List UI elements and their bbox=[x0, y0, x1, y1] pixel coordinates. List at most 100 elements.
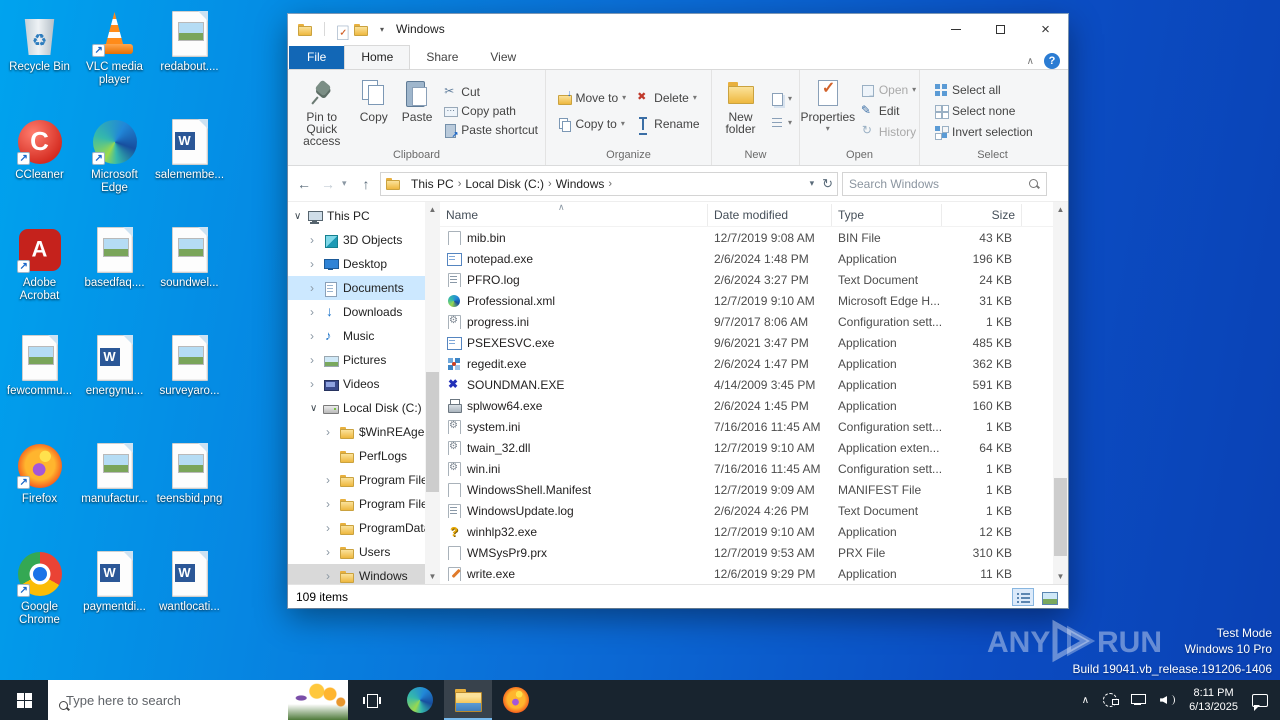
tree-item[interactable]: Local Disk (C:) bbox=[288, 396, 425, 420]
close-button[interactable]: × bbox=[1023, 14, 1068, 44]
file-row[interactable]: WindowsShell.Manifest 12/7/2019 9:09 AM … bbox=[440, 479, 1053, 500]
file-row[interactable]: win.ini 7/16/2016 11:45 AM Configuration… bbox=[440, 458, 1053, 479]
tree-item[interactable]: Documents bbox=[288, 276, 425, 300]
breadcrumb-segment[interactable]: This PC bbox=[407, 177, 458, 191]
desktop-icon[interactable]: fewcommu... bbox=[2, 330, 77, 438]
folder-icon[interactable] bbox=[297, 22, 312, 37]
file-row[interactable]: WindowsUpdate.log 2/6/2024 4:26 PM Text … bbox=[440, 500, 1053, 521]
expander-chevron-icon[interactable] bbox=[310, 281, 323, 295]
tab-file[interactable]: File bbox=[289, 46, 345, 69]
desktop-icon[interactable]: Google Chrome bbox=[2, 546, 77, 654]
refresh-icon[interactable]: ↻ bbox=[822, 176, 833, 192]
tab-share[interactable]: Share bbox=[410, 46, 474, 69]
taskbar-firefox-button[interactable] bbox=[492, 680, 540, 720]
volume-icon[interactable] bbox=[1160, 694, 1176, 706]
collapse-ribbon-icon[interactable]: ∧ bbox=[1027, 56, 1034, 67]
network-icon[interactable] bbox=[1131, 694, 1147, 706]
task-view-button[interactable] bbox=[348, 680, 396, 720]
desktop-icon[interactable]: Recycle Bin bbox=[2, 6, 77, 114]
customize-toolbar-caret-icon[interactable]: ▾ bbox=[380, 25, 384, 34]
file-row[interactable]: mib.bin 12/7/2019 9:08 AM BIN File 43 KB bbox=[440, 227, 1053, 248]
tree-item[interactable]: Pictures bbox=[288, 348, 425, 372]
back-button[interactable]: ← bbox=[294, 176, 314, 192]
scroll-down-icon[interactable]: ▼ bbox=[425, 569, 440, 584]
start-button[interactable] bbox=[0, 680, 48, 720]
expander-chevron-icon[interactable] bbox=[326, 425, 339, 439]
desktop-icon[interactable]: redabout.... bbox=[152, 6, 227, 114]
select-all-button[interactable]: Select all bbox=[930, 82, 1037, 98]
file-row[interactable]: SOUNDMAN.EXE 4/14/2009 3:45 PM Applicati… bbox=[440, 374, 1053, 395]
invert-selection-button[interactable]: Invert selection bbox=[930, 124, 1037, 140]
tree-item[interactable]: PerfLogs bbox=[288, 444, 425, 468]
tree-item[interactable]: ProgramData bbox=[288, 516, 425, 540]
expander-chevron-icon[interactable] bbox=[310, 305, 323, 319]
desktop-icon[interactable]: manufactur... bbox=[77, 438, 152, 546]
new-folder-button[interactable]: New folder bbox=[715, 75, 766, 147]
properties-icon[interactable] bbox=[335, 25, 349, 40]
file-row[interactable]: winhlp32.exe 12/7/2019 9:10 AM Applicati… bbox=[440, 521, 1053, 542]
desktop-icon[interactable]: paymentdi... bbox=[77, 546, 152, 654]
tree-item[interactable]: Users bbox=[288, 540, 425, 564]
desktop-icon[interactable]: soundwel... bbox=[152, 222, 227, 330]
maximize-button[interactable] bbox=[978, 14, 1023, 44]
tree-item[interactable]: Windows bbox=[288, 564, 425, 584]
tree-item[interactable]: $WinREAgent bbox=[288, 420, 425, 444]
taskbar-clock[interactable]: 8:11 PM 6/13/2025 bbox=[1189, 686, 1238, 714]
file-row[interactable]: WMSysPr9.prx 12/7/2019 9:53 AM PRX File … bbox=[440, 542, 1053, 563]
tree-item[interactable]: Desktop bbox=[288, 252, 425, 276]
taskbar-edge-button[interactable] bbox=[396, 680, 444, 720]
file-row[interactable]: PSEXESVC.exe 9/6/2021 3:47 PM Applicatio… bbox=[440, 332, 1053, 353]
tree-item[interactable]: Program Files bbox=[288, 492, 425, 516]
file-row[interactable]: PFRO.log 2/6/2024 3:27 PM Text Document … bbox=[440, 269, 1053, 290]
expander-chevron-icon[interactable] bbox=[326, 473, 339, 487]
paste-button[interactable]: Paste bbox=[395, 75, 439, 147]
expander-chevron-icon[interactable] bbox=[310, 329, 323, 343]
rename-button[interactable]: Rename bbox=[632, 116, 703, 135]
expander-chevron-icon[interactable] bbox=[326, 569, 339, 583]
copy-path-button[interactable]: Copy path bbox=[439, 103, 542, 119]
expander-chevron-icon[interactable] bbox=[310, 233, 323, 247]
breadcrumb-segment[interactable]: Local Disk (C:) bbox=[461, 177, 548, 191]
file-row[interactable]: progress.ini 9/7/2017 8:06 AM Configurat… bbox=[440, 311, 1053, 332]
address-dropdown-caret-icon[interactable]: ▾ bbox=[810, 178, 815, 189]
easy-access-button[interactable]: ▾ bbox=[766, 115, 796, 131]
thumbnails-view-button[interactable] bbox=[1038, 588, 1060, 606]
new-item-button[interactable]: ▾ bbox=[766, 91, 796, 107]
desktop-icon[interactable]: VLC media player bbox=[77, 6, 152, 114]
search-icon[interactable] bbox=[1028, 178, 1040, 190]
desktop-icon[interactable]: Firefox bbox=[2, 438, 77, 546]
cut-button[interactable]: Cut bbox=[439, 84, 542, 100]
scrollbar-thumb[interactable] bbox=[426, 372, 439, 492]
file-row[interactable]: system.ini 7/16/2016 11:45 AM Configurat… bbox=[440, 416, 1053, 437]
tree-item[interactable]: 3D Objects bbox=[288, 228, 425, 252]
expander-chevron-icon[interactable] bbox=[326, 521, 339, 535]
up-button[interactable]: ↑ bbox=[356, 176, 376, 192]
tree-item[interactable]: This PC bbox=[288, 204, 425, 228]
tree-item[interactable]: Downloads bbox=[288, 300, 425, 324]
tree-item[interactable]: Music bbox=[288, 324, 425, 348]
column-header-date-modified[interactable]: Date modified bbox=[708, 204, 832, 226]
expander-chevron-icon[interactable] bbox=[310, 377, 323, 391]
column-header-size[interactable]: Size bbox=[942, 204, 1022, 226]
column-header-type[interactable]: Type bbox=[832, 204, 942, 226]
search-highlight-image[interactable] bbox=[288, 680, 348, 720]
tray-app-icon[interactable] bbox=[1103, 693, 1120, 707]
history-button[interactable]: History bbox=[857, 123, 920, 140]
tab-view[interactable]: View bbox=[474, 46, 532, 69]
scroll-up-icon[interactable]: ▲ bbox=[425, 202, 440, 217]
file-row[interactable]: regedit.exe 2/6/2024 1:47 PM Application… bbox=[440, 353, 1053, 374]
expander-chevron-icon[interactable] bbox=[310, 353, 323, 367]
column-header-name[interactable]: Name bbox=[440, 204, 708, 226]
select-none-button[interactable]: Select none bbox=[930, 103, 1037, 119]
file-row[interactable]: Professional.xml 12/7/2019 9:10 AM Micro… bbox=[440, 290, 1053, 311]
forward-button[interactable]: → bbox=[318, 176, 338, 192]
desktop-icon[interactable]: salemembe... bbox=[152, 114, 227, 222]
breadcrumb-segment[interactable]: Windows bbox=[552, 177, 609, 191]
desktop-icon[interactable]: basedfaq.... bbox=[77, 222, 152, 330]
action-center-icon[interactable] bbox=[1252, 693, 1268, 711]
scroll-up-icon[interactable]: ▲ bbox=[1053, 202, 1068, 217]
delete-button[interactable]: Delete▾ bbox=[632, 90, 703, 106]
scroll-down-icon[interactable]: ▼ bbox=[1053, 569, 1068, 584]
tab-home[interactable]: Home bbox=[344, 45, 411, 69]
tree-item[interactable]: Program Files bbox=[288, 468, 425, 492]
